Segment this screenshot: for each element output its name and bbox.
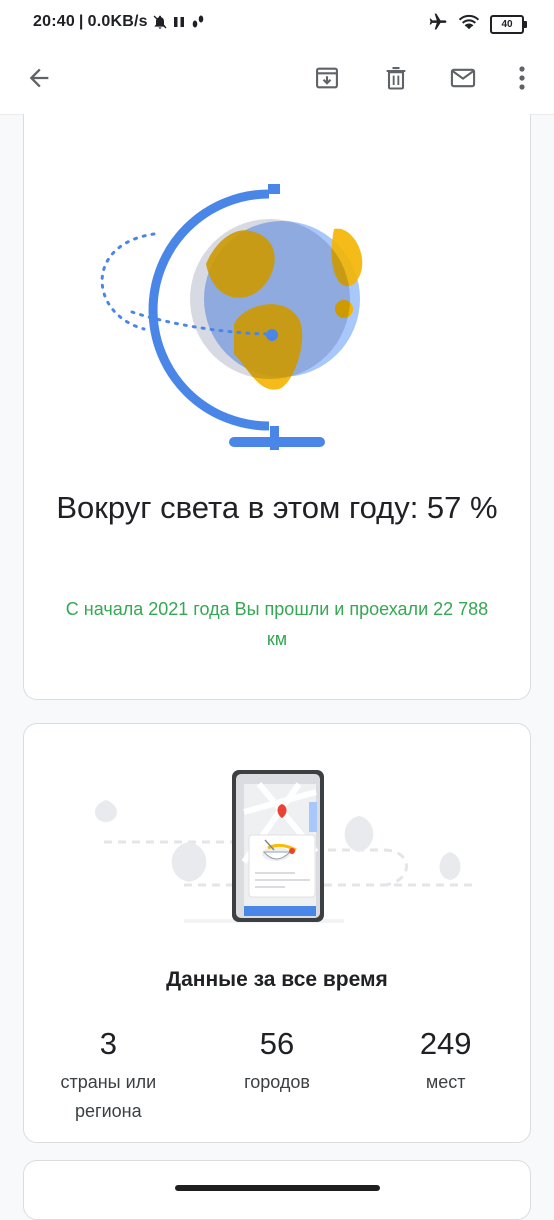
stats-row: 3 страны или региона 56 городов 249 мест bbox=[24, 1024, 530, 1126]
world-progress-headline: Вокруг света в этом году: 57 % bbox=[56, 490, 498, 525]
alltime-title: Данные за все время bbox=[166, 968, 388, 991]
bell-off-icon bbox=[152, 14, 168, 30]
mail-icon bbox=[448, 64, 478, 97]
stat-cities-value: 56 bbox=[259, 1026, 295, 1061]
stat-cities-label: городов bbox=[244, 1072, 310, 1092]
status-left: 20:40 | 0.0KB/s bbox=[33, 13, 206, 31]
airplane-icon bbox=[428, 12, 448, 37]
archive-icon bbox=[313, 64, 341, 97]
status-right: 40 bbox=[428, 12, 527, 37]
more-vert-icon bbox=[517, 65, 527, 96]
alltime-stats-card: Данные за все время 3 страны или региона… bbox=[23, 723, 531, 1143]
globe-icon bbox=[94, 154, 424, 454]
app-bar bbox=[0, 48, 554, 115]
stat-countries-label: страны или региона bbox=[60, 1072, 157, 1121]
wifi-icon bbox=[458, 13, 480, 36]
stat-countries-value: 3 bbox=[99, 1026, 117, 1061]
status-time: 20:40 bbox=[33, 13, 75, 30]
status-network-speed: 0.0KB/s bbox=[87, 13, 148, 30]
delete-icon bbox=[382, 64, 410, 97]
status-bar: 20:40 | 0.0KB/s 40 bbox=[0, 0, 554, 48]
back-button[interactable] bbox=[17, 58, 61, 102]
distance-summary: С начала 2021 года Вы прошли и проехали … bbox=[65, 599, 489, 649]
world-progress-card: Вокруг света в этом году: 57 % С начала … bbox=[23, 114, 531, 700]
mark-unread-button[interactable] bbox=[441, 58, 485, 102]
stat-countries: 3 страны или региона bbox=[24, 1024, 193, 1126]
archive-button[interactable] bbox=[305, 58, 349, 102]
battery-icon: 40 bbox=[490, 15, 527, 34]
footsteps-icon bbox=[190, 14, 206, 30]
stat-places: 249 мест bbox=[361, 1024, 530, 1126]
stat-cities: 56 городов bbox=[193, 1024, 362, 1126]
stat-places-label: мест bbox=[425, 1072, 466, 1092]
stat-places-value: 249 bbox=[419, 1026, 472, 1061]
more-options-button[interactable] bbox=[500, 58, 544, 102]
back-arrow-icon bbox=[25, 64, 53, 97]
pause-icon bbox=[172, 15, 186, 29]
delete-button[interactable] bbox=[374, 58, 418, 102]
phone-map-icon bbox=[84, 762, 484, 932]
home-indicator[interactable] bbox=[175, 1185, 380, 1191]
